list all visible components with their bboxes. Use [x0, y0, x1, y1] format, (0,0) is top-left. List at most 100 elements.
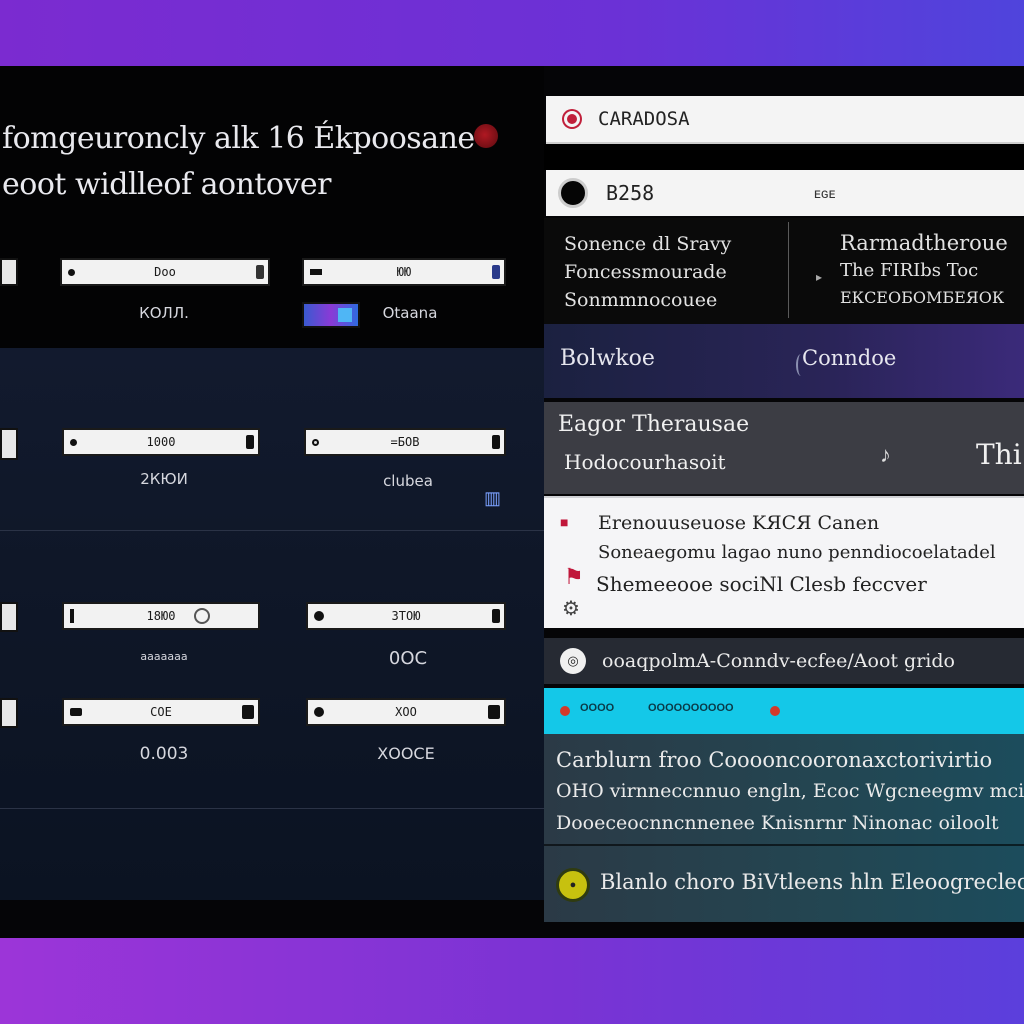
hero-title-line-1: fomgeuroncly alk 16 Ékpoosane — [2, 121, 475, 156]
row3-field-a-value: 18Ю0 — [146, 609, 176, 623]
avatar-icon — [558, 178, 588, 208]
divider — [0, 530, 544, 531]
info-columns: Sonence dl Sravy Foncessmourade Sonmmnoc… — [544, 218, 1024, 324]
row3-field-b[interactable]: ЗТОЮ — [306, 602, 506, 630]
row3-label-b: 0OC — [388, 648, 428, 669]
info-right-line: ЕКСЕОБОМБЕЯОК — [840, 288, 1005, 307]
divider — [0, 808, 544, 809]
info-left-line: Sonence dl Sravy — [564, 233, 732, 255]
person-icon — [314, 611, 324, 621]
row2-label-b: clubea — [383, 472, 433, 490]
info-column-right: Rarmadtheroue The FIRIbs Toc ЕКСЕОБОМБЕЯ… — [840, 230, 1008, 311]
row2-field-a-value: 1000 — [146, 435, 176, 449]
hero-title-line-2: eoot widlleof aontover — [2, 167, 332, 202]
row3-edge-tab[interactable] — [0, 602, 18, 632]
bar-icon — [70, 609, 74, 623]
row4-edge-tab[interactable] — [0, 698, 18, 728]
row2-edge-tab[interactable] — [0, 428, 18, 460]
app-window: fomgeuroncly alk 16 Ékpoosane eoot widll… — [0, 66, 1024, 938]
hero-title: fomgeuroncly alk 16 Ékpoosane eoot widll… — [2, 116, 475, 208]
row4-field-b-value: ХОО — [395, 705, 417, 719]
row4-label-b: ХООСЕ — [377, 744, 435, 763]
nav-bar: Bolwkoe Conndoe — [544, 324, 1024, 398]
status-dot-icon — [770, 706, 780, 716]
key-icon — [70, 708, 82, 716]
column-divider — [788, 222, 789, 318]
row1-edge-tab[interactable] — [0, 258, 18, 286]
entry-trailing-text: Thi — [976, 438, 1022, 471]
row1-field-b-value: ЮЮ — [396, 265, 412, 279]
bullet-icon — [68, 268, 75, 276]
spacer-bar — [544, 144, 1024, 170]
entry-card[interactable]: Eagor Therausae Hodocourhasoit ♪ Thi — [544, 402, 1024, 494]
highlight-label-a: ОООО — [580, 702, 615, 714]
link-bar[interactable]: ◎ ooaqpolmA-Conndv-ecfee/Aoot grido — [544, 638, 1024, 684]
row1-field-a-value: Doo — [154, 265, 176, 279]
link-bar-text: ooaqpolmA-Conndv-ecfee/Aoot grido — [602, 650, 955, 672]
highlight-label-b: ОООООООООО — [648, 702, 734, 714]
details-line-1: Carblurn froo Cooooncooronaxctorivirtio — [556, 748, 993, 772]
coin-icon[interactable]: ● — [556, 868, 590, 902]
row1-field-b[interactable]: ЮЮ — [302, 258, 506, 286]
details-footer: Blanlo choro BiVtleens hln Eleoogrecleo — [600, 870, 1024, 894]
bottom-background-band — [0, 938, 1024, 1024]
message-card[interactable]: ■ ⚑ ⚙ Erenouuseuose KЯСЯ Canen Soneaegom… — [544, 496, 1024, 628]
left-settings-area: 1000 =БОВ 2КЮИ clubea ▥ 18Ю0 ЗТОЮ аааааа… — [0, 348, 544, 900]
details-line-2: ОНО virnneccnnuo engln, Ecoc Wgcneegmv m… — [556, 780, 1024, 802]
message-line-3: Shemeeooe sociNl Clesb feccver — [596, 572, 927, 596]
left-header-area: fomgeuroncly alk 16 Ékpoosane eoot widll… — [0, 66, 544, 348]
caret-icon — [242, 705, 254, 719]
status-dot-icon — [560, 706, 570, 716]
right-panel: CARADOSA B258 ᴇɢᴇ Sonence dl Sravy Fonce… — [544, 66, 1024, 938]
row1-label-b: Otaana — [382, 304, 438, 322]
row2-field-b[interactable]: =БОВ — [304, 428, 506, 456]
nav-item-a[interactable]: Bolwkoe — [560, 346, 655, 371]
message-line-1: Erenouuseuose KЯСЯ Canen — [598, 512, 880, 534]
highlight-bar[interactable]: ОООО ОООООООООО — [544, 688, 1024, 734]
record-icon — [564, 111, 580, 127]
info-column-left: Sonence dl Sravy Foncessmourade Sonmmnoc… — [564, 230, 731, 314]
left-panel: fomgeuroncly alk 16 Ékpoosane eoot widll… — [0, 66, 544, 938]
search-bar-text: CARADOSA — [598, 108, 690, 130]
handle-icon — [492, 609, 500, 623]
profile-bar[interactable]: B258 ᴇɢᴇ — [546, 170, 1024, 216]
pin-icon: ⚑ — [564, 564, 584, 589]
radio-icon — [312, 438, 319, 446]
nav-item-b[interactable]: Conndoe — [802, 346, 896, 370]
row4-field-a[interactable]: СОЕ — [62, 698, 260, 726]
handle-icon — [492, 435, 500, 449]
search-bar[interactable]: CARADOSA — [546, 96, 1024, 144]
tag-icon: ■ — [560, 514, 569, 530]
top-background-band — [0, 0, 1024, 66]
bullet-icon — [314, 707, 324, 717]
row3-field-b-value: ЗТОЮ — [391, 609, 421, 623]
caret-icon — [488, 705, 500, 719]
row1-field-a[interactable]: Doo — [60, 258, 270, 286]
row4-field-a-value: СОЕ — [150, 705, 172, 719]
entry-subtitle: Hodocourhasoit — [564, 450, 726, 474]
entry-title: Eagor Therausae — [558, 412, 750, 437]
handle-icon — [246, 435, 254, 449]
sort-icon[interactable]: ▥ — [484, 488, 501, 509]
row2-label-a: 2КЮИ — [140, 470, 188, 488]
divider — [544, 844, 1024, 846]
row2-field-a[interactable]: 1000 — [62, 428, 260, 456]
row2-field-b-value: =БОВ — [390, 435, 420, 449]
profile-meta: ᴇɢᴇ — [814, 185, 836, 201]
divider-marker-icon: ▸ — [816, 270, 823, 284]
row4-label-a: 0.003 — [139, 744, 189, 764]
record-indicator-icon[interactable] — [474, 124, 498, 148]
details-panel: Carblurn froo Cooooncooronaxctorivirtio … — [544, 734, 1024, 922]
arrow-icon — [310, 269, 322, 275]
row4-field-b[interactable]: ХОО — [306, 698, 506, 726]
info-right-line: Rarmadtheroue — [840, 231, 1008, 255]
row3-label-a: ааааааа — [140, 650, 188, 663]
info-right-line: The FIRIbs Toc — [840, 260, 979, 281]
row3-field-a[interactable]: 18Ю0 — [62, 602, 260, 630]
clear-icon — [194, 608, 210, 624]
info-left-line: Sonmmnocouee — [564, 289, 718, 311]
select-icon — [492, 265, 500, 279]
handle-icon — [256, 265, 264, 279]
music-note-icon: ♪ — [880, 442, 891, 467]
settings-icon: ⚙ — [562, 598, 580, 620]
